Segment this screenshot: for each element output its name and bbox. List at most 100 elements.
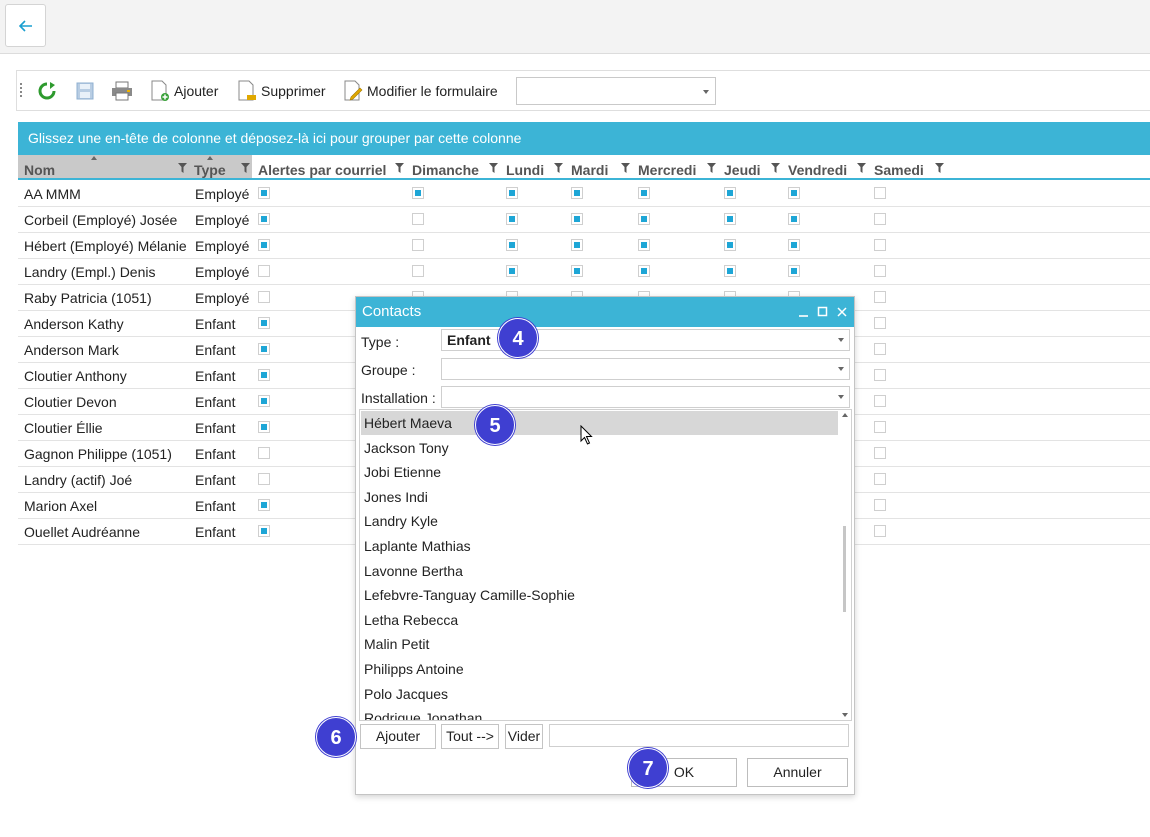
checkbox[interactable] [412, 187, 424, 199]
checkbox[interactable] [571, 187, 583, 199]
refresh-button[interactable] [37, 79, 57, 103]
checkbox[interactable] [788, 213, 800, 225]
table-row[interactable]: Hébert (Employé) Mélanie Employé [18, 233, 1150, 259]
filter-icon[interactable] [707, 163, 716, 173]
scroll-up-icon[interactable] [842, 413, 848, 417]
checkbox[interactable] [874, 525, 886, 537]
list-item[interactable]: Jackson Tony [361, 436, 838, 460]
scroll-down-icon[interactable] [842, 713, 848, 717]
back-button[interactable] [5, 4, 46, 47]
checkbox[interactable] [874, 421, 886, 433]
checkbox[interactable] [258, 317, 270, 329]
maximize-icon[interactable] [816, 305, 830, 319]
add-button[interactable]: Ajouter [150, 79, 218, 103]
checkbox[interactable] [258, 447, 270, 459]
filter-icon[interactable] [621, 163, 630, 173]
checkbox[interactable] [788, 239, 800, 251]
list-item[interactable]: Philipps Antoine [361, 657, 838, 681]
filter-icon[interactable] [178, 163, 187, 173]
cancel-button[interactable]: Annuler [747, 758, 848, 787]
checkbox[interactable] [258, 213, 270, 225]
list-item[interactable]: Polo Jacques [361, 682, 838, 706]
list-item[interactable]: Jones Indi [361, 485, 838, 509]
list-item[interactable]: Jobi Etienne [361, 460, 838, 484]
column-header-tuesday[interactable]: Mardi [565, 155, 632, 178]
checkbox[interactable] [724, 265, 736, 277]
checkbox[interactable] [258, 265, 270, 277]
list-item[interactable]: Letha Rebecca [361, 608, 838, 632]
checkbox[interactable] [874, 265, 886, 277]
table-row[interactable]: Corbeil (Employé) Josée Employé [18, 207, 1150, 233]
checkbox[interactable] [788, 187, 800, 199]
checkbox[interactable] [874, 395, 886, 407]
checkbox[interactable] [258, 343, 270, 355]
group-panel[interactable]: Glissez une en-tête de colonne et dépose… [18, 122, 1150, 155]
checkbox[interactable] [788, 265, 800, 277]
column-header-saturday[interactable]: Samedi [868, 155, 946, 178]
checkbox[interactable] [874, 187, 886, 199]
add-all-button[interactable]: Tout --> [441, 724, 499, 749]
delete-button[interactable]: Supprimer [237, 79, 326, 103]
filter-icon[interactable] [771, 163, 780, 173]
checkbox[interactable] [874, 473, 886, 485]
checkbox[interactable] [258, 369, 270, 381]
filter-icon[interactable] [857, 163, 866, 173]
column-header-sunday[interactable]: Dimanche [406, 155, 500, 178]
column-header-thursday[interactable]: Jeudi [718, 155, 782, 178]
checkbox[interactable] [724, 213, 736, 225]
checkbox[interactable] [506, 213, 518, 225]
column-header-friday[interactable]: Vendredi [782, 155, 868, 178]
checkbox[interactable] [412, 213, 424, 225]
checkbox[interactable] [638, 239, 650, 251]
checkbox[interactable] [506, 187, 518, 199]
save-button[interactable] [75, 79, 95, 103]
checkbox[interactable] [874, 239, 886, 251]
filter-icon[interactable] [554, 163, 563, 173]
toolbar-combo[interactable] [516, 77, 716, 105]
checkbox[interactable] [506, 265, 518, 277]
checkbox[interactable] [874, 447, 886, 459]
checkbox[interactable] [412, 265, 424, 277]
checkbox[interactable] [874, 499, 886, 511]
edit-form-button[interactable]: Modifier le formulaire [343, 79, 498, 103]
dialog-title-bar[interactable]: Contacts [356, 297, 854, 327]
list-item[interactable]: Malin Petit [361, 632, 838, 656]
checkbox[interactable] [874, 369, 886, 381]
checkbox[interactable] [638, 265, 650, 277]
checkbox[interactable] [638, 213, 650, 225]
contacts-listbox[interactable]: Hébert Maeva Jackson Tony Jobi Etienne Jone… [359, 409, 852, 721]
checkbox[interactable] [724, 187, 736, 199]
vertical-scrollbar[interactable] [839, 410, 851, 720]
list-item[interactable]: Landry Kyle [361, 509, 838, 533]
checkbox[interactable] [571, 213, 583, 225]
list-item[interactable]: Laplante Mathias [361, 534, 838, 558]
checkbox[interactable] [874, 291, 886, 303]
filter-icon[interactable] [489, 163, 498, 173]
checkbox[interactable] [258, 395, 270, 407]
checkbox[interactable] [724, 239, 736, 251]
checkbox[interactable] [258, 291, 270, 303]
checkbox[interactable] [258, 525, 270, 537]
list-item[interactable]: Hébert Maeva [361, 411, 838, 435]
filter-icon[interactable] [935, 163, 944, 173]
list-item[interactable]: Lavonne Bertha [361, 559, 838, 583]
checkbox[interactable] [258, 421, 270, 433]
list-item[interactable]: Lefebvre-Tanguay Camille-Sophie [361, 583, 838, 607]
column-header-alerts[interactable]: Alertes par courriel [252, 155, 406, 178]
checkbox[interactable] [571, 239, 583, 251]
checkbox[interactable] [506, 239, 518, 251]
filter-icon[interactable] [395, 163, 404, 173]
minimize-icon[interactable] [797, 305, 811, 319]
column-header-wednesday[interactable]: Mercredi [632, 155, 718, 178]
add-contact-button[interactable]: Ajouter [360, 724, 436, 749]
checkbox[interactable] [874, 343, 886, 355]
table-row[interactable]: AA MMM Employé [18, 181, 1150, 207]
checkbox[interactable] [258, 499, 270, 511]
clear-button[interactable]: Vider [505, 724, 543, 749]
list-item[interactable]: Rodrigue Jonathan [361, 706, 838, 720]
checkbox[interactable] [874, 317, 886, 329]
checkbox[interactable] [412, 239, 424, 251]
toolbar-grip[interactable] [20, 83, 22, 99]
checkbox[interactable] [638, 187, 650, 199]
selection-textbox[interactable] [549, 724, 849, 747]
